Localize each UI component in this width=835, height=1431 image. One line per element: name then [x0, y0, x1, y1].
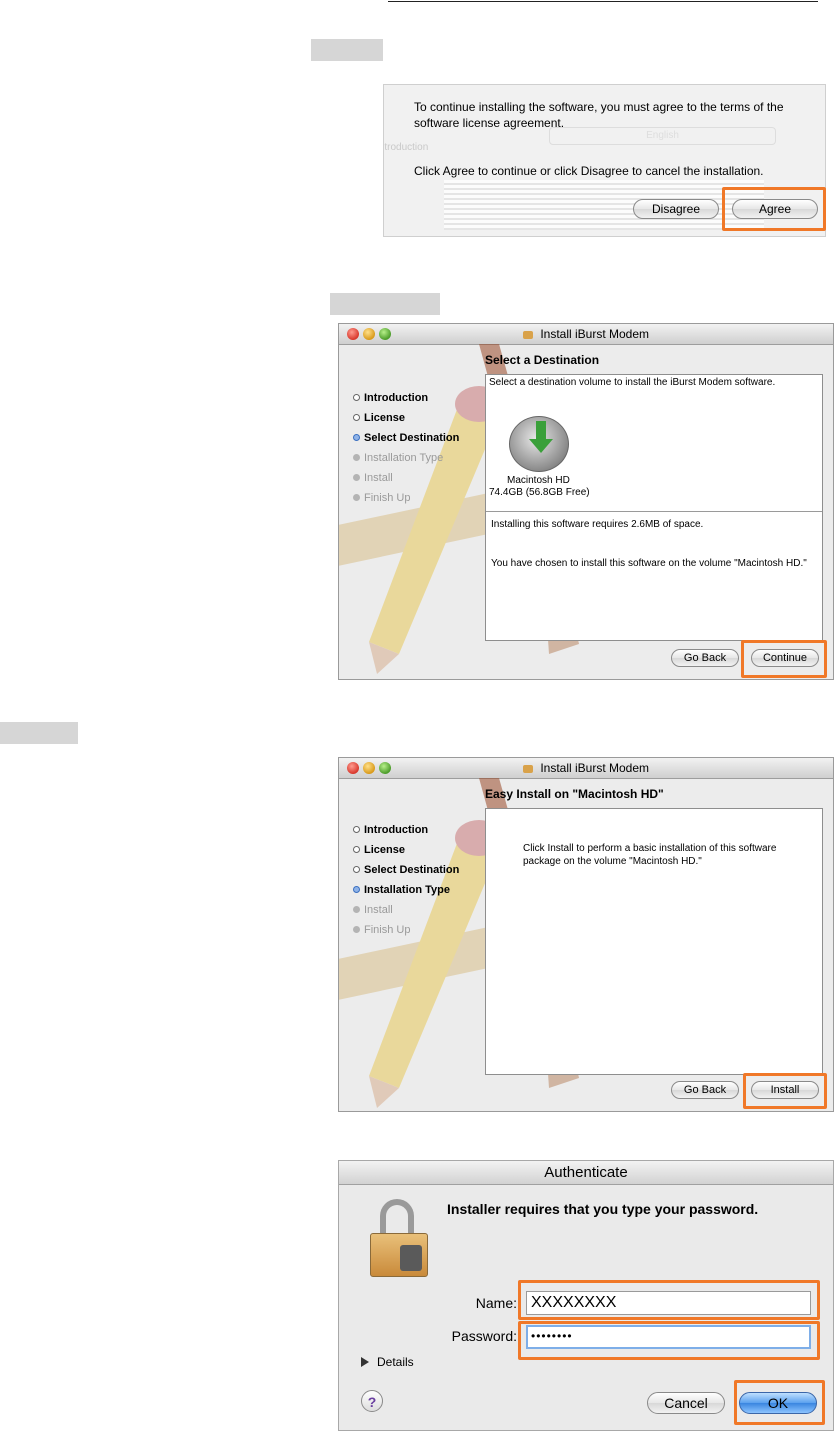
step-finish-up: Finish Up: [353, 488, 459, 508]
volume-item-macintosh-hd[interactable]: Macintosh HD 74.4GB (56.8GB Free): [486, 413, 596, 503]
destination-prompt: Select a destination volume to install t…: [489, 377, 776, 388]
chosen-volume-text: You have chosen to install this software…: [491, 558, 807, 569]
step-label-bar-1: [311, 39, 383, 61]
password-field-highlight: [518, 1321, 820, 1360]
step-license: License: [353, 408, 459, 428]
minimize-button[interactable]: [363, 328, 375, 340]
go-back-button[interactable]: Go Back: [671, 649, 739, 667]
step-introduction: Introduction: [353, 820, 459, 840]
package-icon: [522, 765, 533, 773]
easy-install-message: Click Install to perform a basic install…: [523, 843, 777, 867]
step-finish-up: Finish Up: [353, 920, 459, 940]
go-back-button[interactable]: Go Back: [671, 1081, 739, 1099]
installer-window-easy-install: Install iBurst Modem Introduction Licens…: [338, 757, 834, 1112]
close-button[interactable]: [347, 762, 359, 774]
step-install: Install: [353, 468, 459, 488]
install-highlight: [743, 1073, 827, 1109]
step-select-destination: Select Destination: [353, 428, 459, 448]
auth-message: Installer requires that you type your pa…: [447, 1201, 759, 1217]
package-icon: [522, 331, 533, 339]
title-bar: Install iBurst Modem: [339, 758, 833, 779]
space-required-text: Installing this software requires 2.6MB …: [491, 519, 704, 530]
lock-icon: [370, 1199, 430, 1277]
name-field-highlight: [518, 1280, 820, 1320]
cancel-button[interactable]: Cancel: [647, 1392, 725, 1414]
disclosure-triangle-icon: [361, 1357, 369, 1367]
step-install: Install: [353, 900, 459, 920]
step-installation-type: Installation Type: [353, 448, 459, 468]
ok-highlight: [734, 1380, 825, 1425]
auth-title-bar: Authenticate: [339, 1161, 833, 1185]
destination-panel: Select a destination volume to install t…: [485, 374, 823, 641]
continue-highlight: [741, 640, 827, 678]
top-rule: [388, 1, 818, 2]
agree-highlight: [722, 187, 826, 231]
steps-list: Introduction License Select Destination …: [353, 820, 459, 940]
details-disclosure[interactable]: Details: [361, 1355, 414, 1369]
window-title: Install iBurst Modem: [540, 327, 650, 341]
license-instructions: Click Agree to continue or click Disagre…: [414, 164, 764, 178]
installer-window-destination: Install iBurst Modem Introduction Licens…: [338, 323, 834, 680]
easy-install-panel: Click Install to perform a basic install…: [485, 808, 823, 1075]
panel-divider: [486, 511, 822, 512]
help-button[interactable]: ?: [361, 1390, 383, 1412]
step-installation-type: Installation Type: [353, 880, 459, 900]
background-step-introduction: Introduction: [384, 142, 429, 153]
title-bar: Install iBurst Modem: [339, 324, 833, 345]
hard-drive-icon: [509, 416, 569, 472]
page-heading: Easy Install on "Macintosh HD": [485, 787, 664, 801]
volume-name: Macintosh HD: [507, 475, 570, 486]
zoom-button[interactable]: [379, 328, 391, 340]
minimize-button[interactable]: [363, 762, 375, 774]
step-label-bar-3: [0, 722, 78, 744]
page-heading: Select a Destination: [485, 353, 600, 367]
license-message: To continue installing the software, you…: [414, 100, 784, 130]
name-label: Name:: [475, 1295, 517, 1311]
step-label-bar-2: [330, 293, 440, 315]
details-label: Details: [377, 1355, 414, 1369]
close-button[interactable]: [347, 328, 359, 340]
password-label: Password:: [451, 1328, 517, 1344]
disagree-button[interactable]: Disagree: [633, 199, 719, 219]
step-license: License: [353, 840, 459, 860]
steps-list: Introduction License Select Destination …: [353, 388, 459, 508]
volume-size: 74.4GB (56.8GB Free): [489, 487, 590, 498]
step-select-destination: Select Destination: [353, 860, 459, 880]
window-title: Install iBurst Modem: [540, 761, 650, 775]
zoom-button[interactable]: [379, 762, 391, 774]
step-introduction: Introduction: [353, 388, 459, 408]
